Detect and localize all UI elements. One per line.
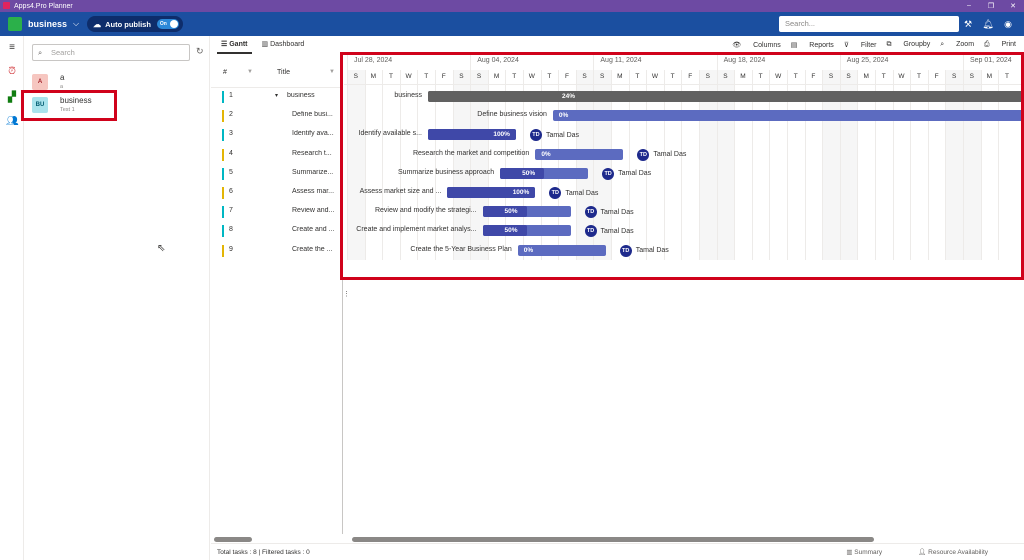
task-title[interactable]: Review and... [292, 207, 338, 214]
task-color-stripe [222, 110, 224, 123]
chevron-down-icon[interactable]: ⌵ [73, 19, 79, 29]
plan-highlight-box [21, 90, 117, 121]
task-title[interactable]: Define busi... [292, 111, 338, 118]
task-grid: # ▼ Title ▼ 1 ▾ business 2 Define busi... 3 Id… [211, 54, 343, 534]
table-row[interactable]: 7 Review and... [211, 202, 343, 221]
columns-button[interactable]: 👁︎ Columns [732, 41, 780, 49]
table-row[interactable]: 8 Create and ... [211, 221, 343, 240]
column-header-number[interactable]: # [223, 69, 227, 76]
alarm-clock-icon[interactable]: ⏰︎ [6, 66, 18, 78]
bell-icon[interactable]: 🔔︎ [978, 16, 998, 32]
task-title[interactable]: business [287, 92, 333, 99]
task-number: 4 [229, 149, 233, 157]
wrench-icon[interactable]: ⚒ [958, 16, 978, 32]
print-button[interactable]: ⎙ Print [984, 41, 1016, 49]
filter-button[interactable]: ⊽ Filter [844, 41, 877, 49]
task-title[interactable]: Create and ... [292, 226, 338, 233]
task-number: 3 [229, 130, 233, 138]
plan-badge: A [32, 74, 48, 90]
task-color-stripe [222, 129, 224, 142]
task-color-stripe [222, 206, 224, 219]
task-color-stripe [222, 167, 224, 180]
reports-button[interactable]: ▤ Reports [791, 41, 834, 49]
task-number: 9 [229, 245, 233, 253]
gantt-horizontal-scrollbar[interactable] [352, 537, 874, 542]
auto-publish-label: Auto publish [105, 19, 151, 29]
splitter-handle[interactable]: ⋮ [343, 290, 350, 298]
task-color-stripe [222, 148, 224, 161]
search-icon: ⌕ [38, 48, 43, 57]
user-icon[interactable]: ◉ [998, 16, 1018, 32]
table-row[interactable]: 1 ▾ business [211, 87, 343, 106]
task-title[interactable]: Identify ava... [292, 130, 338, 137]
maximize-button[interactable]: ❐ [980, 2, 1002, 10]
sort-icon[interactable]: ▼ [247, 69, 253, 75]
people-icon[interactable]: 👥︎ [6, 116, 19, 128]
planner-app-icon[interactable]: ▞ [6, 92, 18, 104]
plan-name: a [60, 73, 65, 82]
table-row[interactable]: 6 Assess mar... [211, 183, 343, 202]
task-title[interactable]: Research t... [292, 150, 338, 157]
task-number: 7 [229, 207, 233, 215]
close-window-button[interactable]: ✕ [1002, 2, 1024, 10]
minimize-button[interactable]: – [958, 2, 980, 10]
table-row[interactable]: 9 Create the ... [211, 241, 343, 260]
task-grid-header: # ▼ Title ▼ [211, 58, 343, 88]
plan-name[interactable]: business [28, 19, 67, 29]
status-footer: Total tasks : 8 | Filtered tasks : 0 ▥ S… [211, 543, 1024, 560]
tab-dashboard[interactable]: ▥ Dashboard [258, 36, 309, 54]
task-color-stripe [222, 244, 224, 257]
task-title[interactable]: Create the ... [292, 246, 338, 253]
summary-button[interactable]: ▥ Summary [846, 548, 900, 556]
window-title: Apps4.Pro Planner [14, 2, 73, 10]
task-color-stripe [222, 225, 224, 238]
zoom-button[interactable]: ⌕ Zoom [940, 41, 974, 49]
window-titlebar: Apps4.Pro Planner – ❐ ✕ [0, 0, 1024, 12]
auto-publish-control[interactable]: ☁ Auto publish On [87, 16, 183, 32]
task-number: 1 [229, 92, 233, 99]
groupby-button[interactable]: ⧉ Groupby [886, 41, 930, 49]
grid-horizontal-scrollbar[interactable] [214, 537, 252, 542]
task-number: 6 [229, 188, 233, 195]
app-header: business ⌵ ☁ Auto publish On Search... ⚒… [0, 12, 1024, 36]
task-number: 2 [229, 111, 233, 119]
refresh-icon[interactable]: ↻ [196, 46, 204, 57]
task-totals: Total tasks : 8 | Filtered tasks : 0 [217, 548, 310, 556]
collapse-caret-icon[interactable]: ▾ [275, 92, 278, 99]
tab-gantt[interactable]: ☰ Gantt [217, 36, 252, 54]
resource-availability-button[interactable]: 👤︎ Resource Availability [918, 548, 1006, 556]
planner-logo-icon [8, 17, 22, 31]
task-number: 8 [229, 226, 233, 234]
table-row[interactable]: 2 Define busi... [211, 106, 343, 125]
task-title[interactable]: Assess mar... [292, 188, 338, 195]
table-row[interactable]: 5 Summarize... [211, 164, 343, 183]
sort-icon[interactable]: ▼ [329, 69, 335, 75]
header-search-input[interactable]: Search... [779, 16, 959, 32]
hamburger-menu-icon[interactable]: ≡ [6, 42, 18, 54]
table-row[interactable]: 4 Research t... [211, 145, 343, 164]
column-header-title[interactable]: Title [277, 69, 290, 76]
gantt-highlight-box [340, 52, 1024, 280]
task-color-stripe [222, 187, 224, 199]
plan-search-input[interactable]: ⌕ Search [32, 44, 190, 61]
task-title[interactable]: Summarize... [292, 169, 338, 176]
table-row[interactable]: 3 Identify ava... [211, 125, 343, 144]
task-number: 5 [229, 168, 233, 176]
cloud-icon: ☁ [93, 19, 102, 29]
app-icon [3, 2, 10, 9]
mouse-cursor-icon: ⇖ [157, 243, 166, 254]
plan-search-placeholder: Search [51, 48, 75, 57]
auto-publish-toggle[interactable]: On [156, 19, 179, 29]
task-color-stripe [222, 91, 224, 103]
